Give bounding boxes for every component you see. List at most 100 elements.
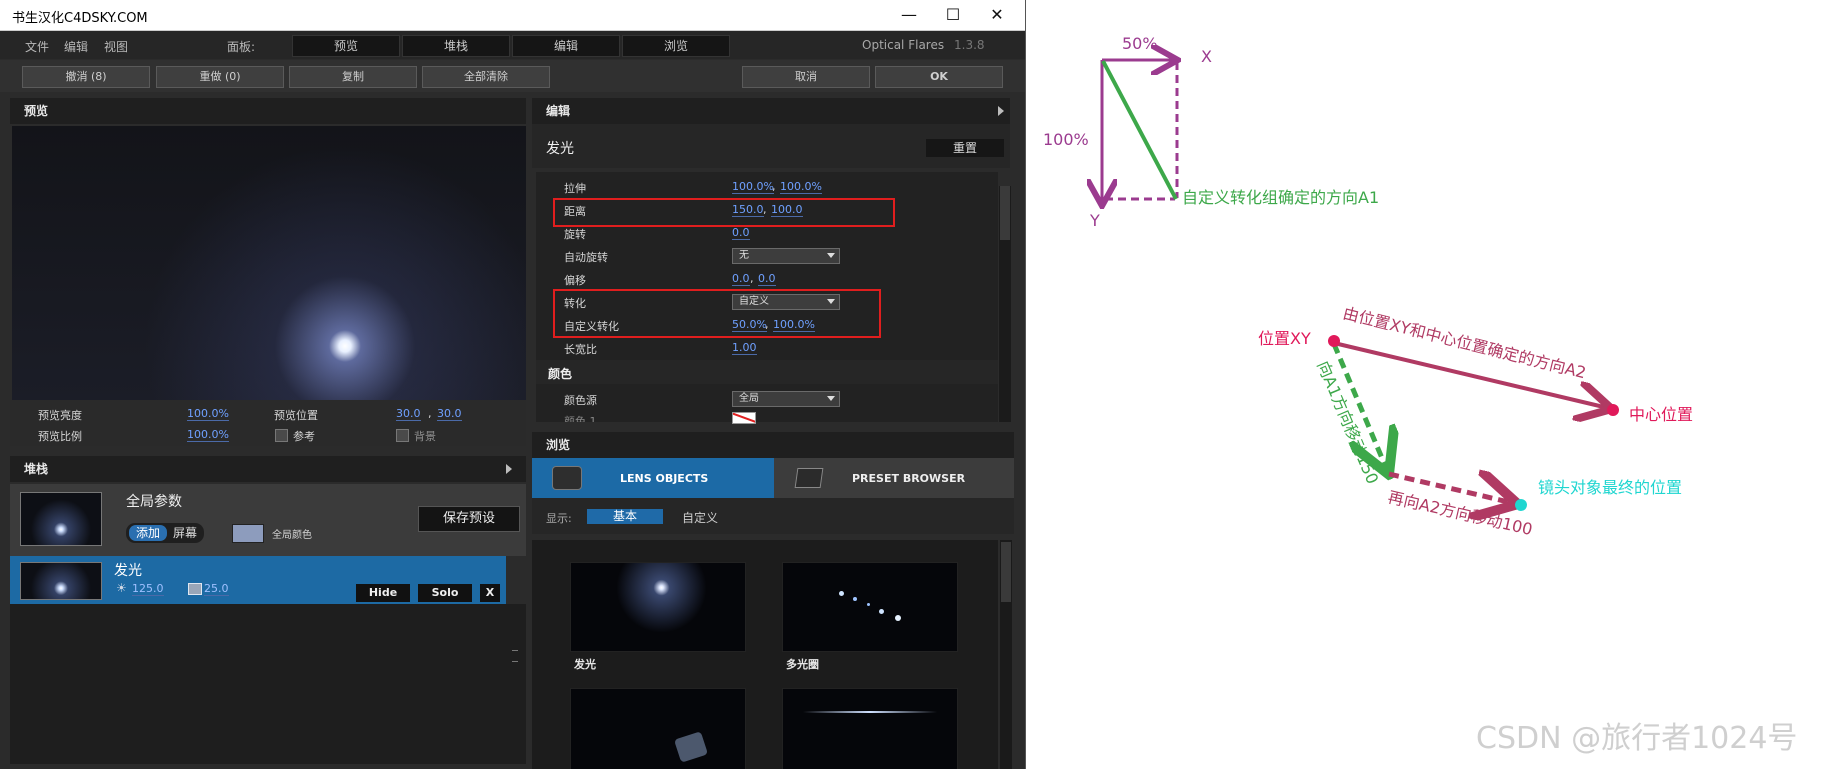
preset-thumb-polygon[interactable]	[570, 688, 746, 769]
transform-highlight-box	[553, 289, 881, 338]
preset-name-multi-iris: 多光圈	[786, 658, 819, 671]
global-thumbnail	[20, 492, 102, 546]
close-button[interactable]: ✕	[975, 0, 1019, 30]
direction-a1-line	[1101, 60, 1178, 200]
browser-header-label: 浏览	[546, 438, 571, 452]
move-a2-label: 再向A2方向移动100	[1386, 487, 1534, 539]
cancel-button[interactable]: 取消	[742, 66, 870, 88]
save-preset-button[interactable]: 保存预设	[418, 506, 520, 532]
global-color-swatch[interactable]	[232, 524, 264, 543]
clear-all-button[interactable]: 全部清除	[422, 66, 550, 88]
menu-file[interactable]: 文件	[25, 38, 49, 55]
preview-viewport[interactable]	[12, 126, 526, 400]
undo-button[interactable]: 撤消 (8)	[22, 66, 150, 88]
preview-position-y[interactable]: 30.0	[437, 407, 462, 421]
param-offset-x[interactable]: 0.0	[732, 272, 750, 286]
preview-scale-value[interactable]: 100.0%	[187, 428, 229, 442]
edit-scrollbar-thumb[interactable]	[1000, 186, 1010, 240]
product-name: Optical Flares	[862, 38, 945, 52]
param-stretch-y[interactable]: 100.0%	[780, 180, 822, 194]
preview-brightness-value[interactable]: 100.0%	[187, 407, 229, 421]
solo-button[interactable]: Solo	[418, 584, 472, 602]
panel-stack-button[interactable]: 堆栈	[402, 35, 510, 57]
toolbar: 撤消 (8) 重做 (0) 复制 全部清除 取消 OK	[0, 60, 1025, 92]
preview-brightness-label: 预览亮度	[38, 409, 82, 422]
preset-thumb-multi-iris[interactable]	[782, 562, 958, 652]
param-rotation-value[interactable]: 0.0	[732, 226, 750, 240]
color1-swatch[interactable]	[732, 412, 756, 424]
color-source-dropdown[interactable]: 全局	[732, 391, 840, 407]
scale-box-icon	[188, 583, 202, 595]
menu-view[interactable]: 视图	[104, 38, 128, 55]
stack-item-scale[interactable]: 25.0	[204, 582, 229, 596]
edit-section-header: 发光 重置	[532, 124, 1010, 168]
axis-x-label: X	[1201, 47, 1212, 66]
show-label: 显示:	[546, 512, 572, 525]
minimize-button[interactable]: —	[887, 0, 931, 30]
panel-preview-button[interactable]: 预览	[292, 35, 400, 57]
param-stretch-label: 拉伸	[564, 182, 586, 195]
global-color-label: 全局颜色	[272, 530, 312, 541]
browser-scrollbar[interactable]	[1000, 540, 1012, 769]
delete-layer-button[interactable]: X	[480, 584, 500, 602]
param-stretch-x[interactable]: 100.0%	[732, 180, 774, 194]
edit-expand-icon[interactable]	[998, 106, 1004, 116]
filter-basic-button[interactable]: 基本	[587, 509, 663, 524]
background-checkbox[interactable]	[396, 429, 409, 442]
final-position-label: 镜头对象最终的位置	[1538, 478, 1682, 497]
param-auto-rotate-label: 自动旋转	[564, 251, 608, 264]
browser-scrollbar-thumb[interactable]	[1001, 542, 1011, 602]
browser-filter-bar: 显示: 基本 自定义	[532, 498, 1014, 534]
stack-panel-header: 堆栈	[10, 456, 526, 482]
param-offset-y[interactable]: 0.0	[758, 272, 776, 286]
filter-custom-button[interactable]: 自定义	[682, 509, 718, 526]
tab-preset-browser[interactable]: PRESET BROWSER	[774, 458, 1014, 498]
auto-rotate-dropdown[interactable]: 无	[732, 248, 840, 264]
maximize-button[interactable]: ☐	[931, 0, 975, 30]
stack-header-label: 堆栈	[24, 462, 49, 476]
screen-mode-button[interactable]: 屏幕	[168, 525, 202, 541]
tab-lens-objects[interactable]: LENS OBJECTS	[532, 458, 774, 498]
percent-y-label: 100%	[1043, 130, 1089, 149]
stack-item-glow[interactable]: 发光 ☀ 125.0 25.0 Hide Solo X	[10, 556, 506, 604]
param-aspect-label: 长宽比	[564, 343, 597, 356]
panel-edit-button[interactable]: 编辑	[512, 35, 620, 57]
tab-preset-browser-label: PRESET BROWSER	[852, 472, 966, 485]
browser-panel-header: 浏览	[532, 432, 1014, 458]
distance-highlight-box	[553, 198, 895, 227]
preset-thumb-glow[interactable]	[570, 562, 746, 652]
preview-position-x[interactable]: 30.0	[396, 407, 421, 421]
copy-button[interactable]: 复制	[289, 66, 417, 88]
preset-name-glow: 发光	[574, 658, 596, 671]
watermark: CSDN @旅行者1024号	[1476, 721, 1797, 756]
percent-x-label: 50%	[1122, 34, 1158, 53]
background-label: 背景	[414, 430, 436, 443]
global-params-row: 全局参数 添加 屏幕 全局颜色 保存预设	[10, 484, 526, 556]
reference-checkbox[interactable]	[275, 429, 288, 442]
splitter-grip-icon[interactable]	[512, 650, 518, 662]
menu-bar: 文件 编辑 视图 面板: 预览 堆栈 编辑 浏览 Optical Flares …	[0, 31, 1025, 59]
direction-a2-label: 由位置XY和中心位置确定的方向A2	[1341, 303, 1588, 382]
iris-dot	[839, 591, 844, 596]
center-position-label: 中心位置	[1629, 405, 1693, 424]
redo-button[interactable]: 重做 (0)	[156, 66, 284, 88]
param-rotation-label: 旋转	[564, 228, 586, 241]
hide-button[interactable]: Hide	[356, 584, 410, 602]
add-mode-button[interactable]: 添加	[129, 525, 167, 541]
ok-button[interactable]: OK	[875, 66, 1003, 88]
param-aspect-value[interactable]: 1.00	[732, 341, 757, 355]
glow-thumbnail	[20, 562, 102, 600]
preset-thumb-streak[interactable]	[782, 688, 958, 769]
preview-position-label: 预览位置	[274, 409, 318, 422]
menu-edit[interactable]: 编辑	[64, 38, 88, 55]
panel-browser-button[interactable]: 浏览	[622, 35, 730, 57]
final-position-point	[1515, 499, 1527, 511]
reset-button[interactable]: 重置	[926, 139, 1004, 157]
stack-expand-icon[interactable]	[506, 464, 512, 474]
edit-section-title: 发光	[546, 141, 574, 157]
edit-scrollbar[interactable]	[999, 186, 1011, 422]
param-color1-label: 颜色 1	[564, 415, 597, 422]
product-version: 1.3.8	[954, 38, 985, 52]
auto-rotate-value: 无	[739, 250, 749, 261]
stack-item-brightness[interactable]: 125.0	[132, 582, 164, 596]
